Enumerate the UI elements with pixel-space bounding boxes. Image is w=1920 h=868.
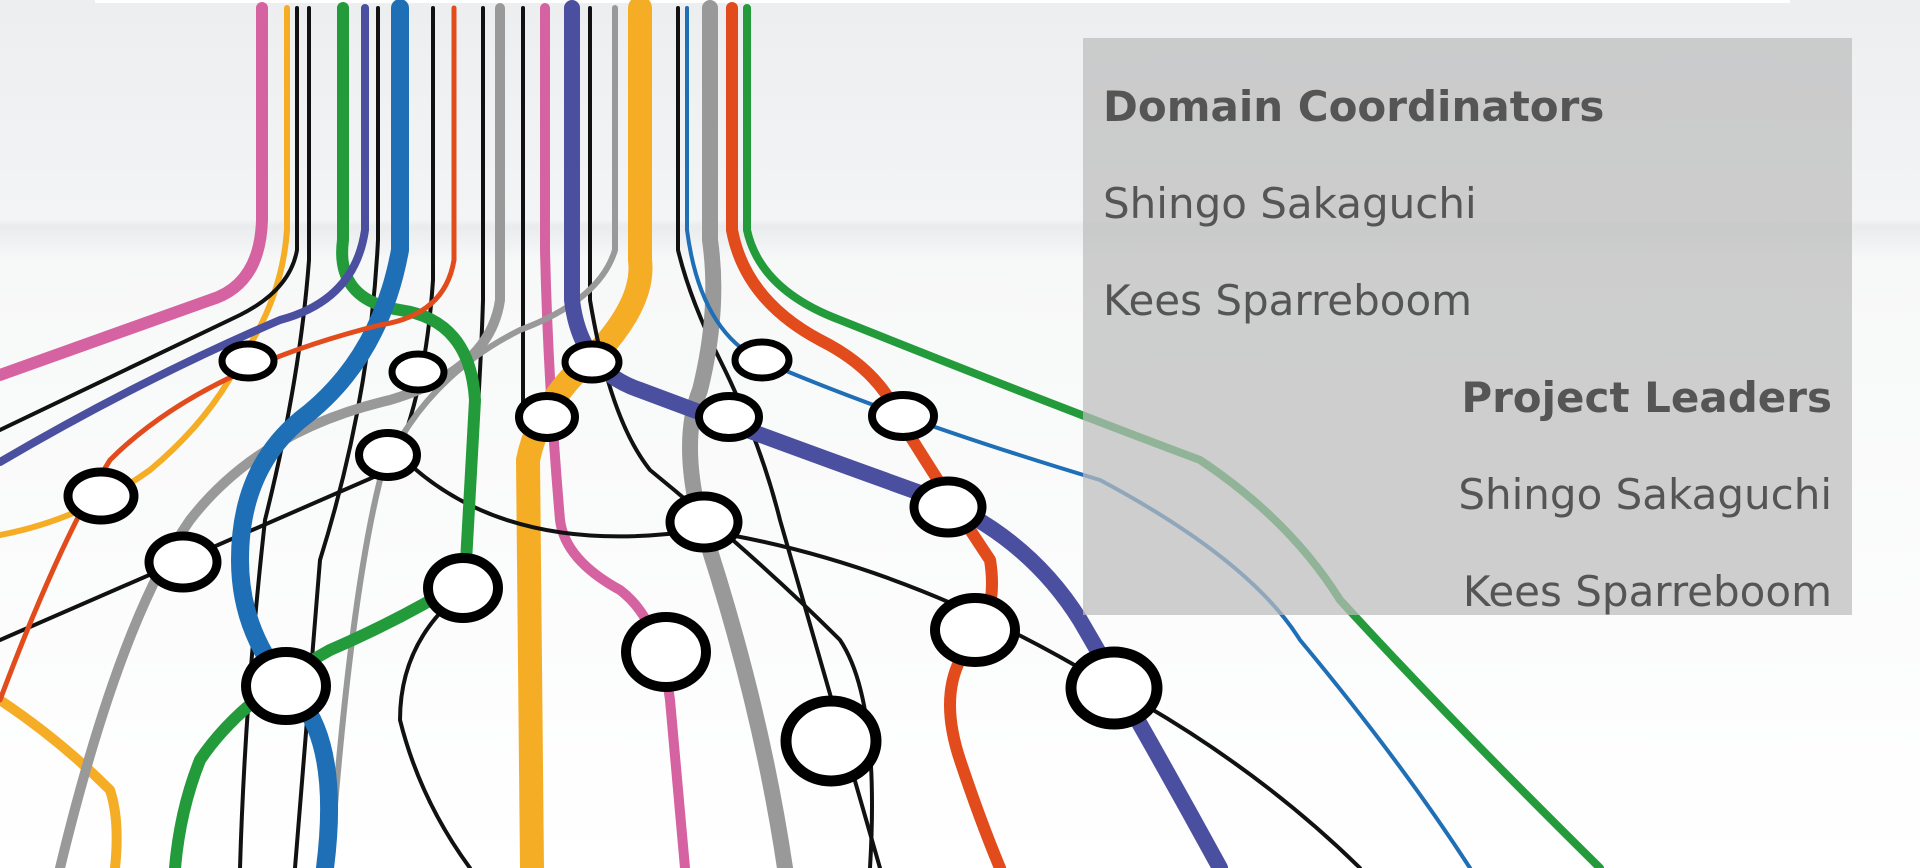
metro-line-pink (0, 2, 268, 381)
domain-coordinator-name: Kees Sparreboom (1103, 276, 1473, 325)
station (63, 467, 139, 525)
station (355, 429, 421, 481)
project-leader-name: Kees Sparreboom (1462, 567, 1832, 616)
station (665, 491, 743, 553)
station (909, 476, 987, 538)
station (868, 391, 938, 441)
station (621, 612, 711, 692)
station (144, 531, 222, 593)
domain-coordinator-name: Shingo Sakaguchi (1103, 179, 1477, 228)
project-leaders-heading: Project Leaders (1461, 373, 1832, 422)
project-leader-name: Shingo Sakaguchi (1458, 470, 1832, 519)
domain-coordinators-heading: Domain Coordinators (1103, 82, 1605, 131)
station (780, 695, 882, 787)
station (388, 350, 448, 394)
station (930, 593, 1020, 667)
station (423, 553, 503, 623)
station (695, 392, 763, 442)
station (218, 340, 278, 382)
station (561, 340, 623, 384)
station (1065, 646, 1163, 730)
station (241, 647, 331, 725)
station (515, 392, 579, 442)
slide: Domain Coordinators Shingo Sakaguchi Kee… (0, 0, 1920, 868)
roles-panel: Domain Coordinators Shingo Sakaguchi Kee… (1083, 38, 1852, 616)
station (731, 338, 793, 382)
